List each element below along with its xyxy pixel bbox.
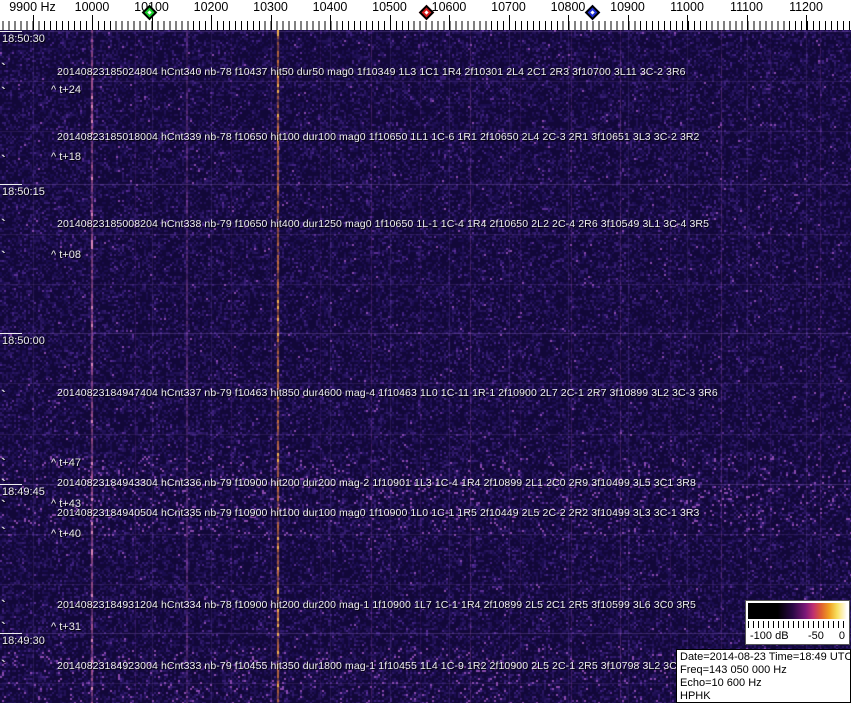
freq-label: 9900 Hz (9, 0, 56, 14)
freq-label: 10600 (431, 0, 467, 14)
freq-label: 10300 (253, 0, 288, 14)
freq-label: 10700 (491, 0, 526, 14)
ruler-minor-ticks (0, 21, 851, 30)
ruler-major-tick (449, 15, 450, 30)
marker-blue-diamond[interactable] (584, 4, 601, 21)
info-station-line: HPHK (680, 690, 711, 702)
diamond-core-dot (590, 10, 595, 15)
ruler-major-tick (92, 15, 93, 30)
info-box: Date=2014-08-23 Time=18:49 UTC Freq=143 … (676, 649, 851, 703)
db-gradient-bar (748, 603, 847, 619)
ruler-major-tick (687, 15, 688, 30)
ruler-major-tick (568, 15, 569, 30)
frequency-ruler: 9900 Hz100001010010200103001040010500106… (0, 0, 851, 30)
info-echo-line: Echo=10 600 Hz (680, 677, 762, 689)
freq-label: 10500 (372, 0, 407, 14)
freq-label: 10800 (550, 0, 586, 14)
diamond-core-dot (147, 10, 152, 15)
freq-label: 11200 (789, 0, 823, 14)
ruler-major-tick (330, 15, 331, 30)
freq-label: 11100 (730, 0, 763, 14)
db-scale-ticks (748, 621, 847, 628)
diamond-core-dot (424, 10, 429, 15)
ruler-major-tick (270, 15, 272, 30)
ruler-major-tick (32, 15, 34, 30)
db-label-mid: -50 (808, 630, 824, 642)
spectrogram-canvas (0, 30, 851, 703)
ruler-major-tick (211, 15, 212, 30)
ruler-major-tick (627, 15, 629, 30)
spectrogram-app-window: 9900 Hz100001010010200103001040010500106… (0, 0, 851, 703)
ruler-major-tick (508, 15, 510, 30)
freq-label: 10900 (610, 0, 645, 14)
db-color-legend: -100 dB -50 0 (745, 600, 850, 645)
db-label-min: -100 dB (750, 630, 789, 642)
info-date-line: Date=2014-08-23 Time=18:49 UTC (680, 651, 851, 663)
freq-label: 11000 (670, 0, 704, 14)
freq-label: 10400 (312, 0, 348, 14)
ruler-major-tick (806, 15, 807, 30)
freq-label: 10200 (193, 0, 229, 14)
ruler-major-tick (389, 15, 391, 30)
freq-label: 10000 (74, 0, 110, 14)
info-freq-line: Freq=143 050 000 Hz (680, 664, 787, 676)
ruler-major-tick (746, 15, 748, 30)
db-label-max: 0 (838, 630, 845, 642)
